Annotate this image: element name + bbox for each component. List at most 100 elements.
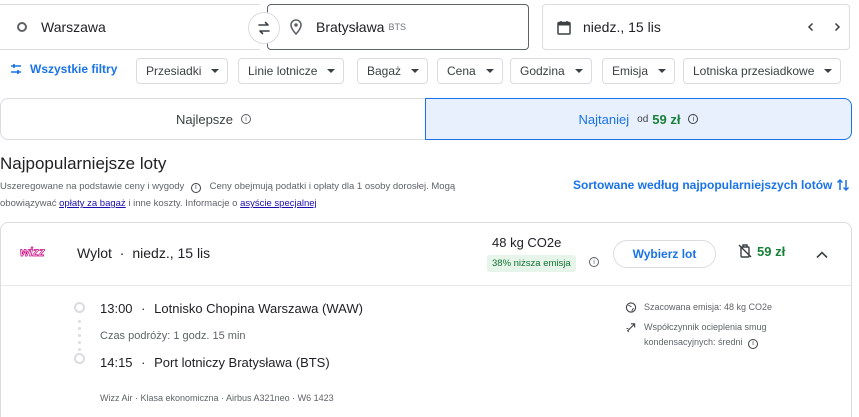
caret-down-icon bbox=[824, 69, 833, 73]
contrail-text: Współczynnik ocieplenia smug kondensacyj… bbox=[644, 320, 767, 350]
caret-down-icon bbox=[211, 69, 220, 73]
departure-segment: 13:00 · Lotnisko Chopina Warszawa (WAW) bbox=[100, 301, 363, 316]
swap-button[interactable] bbox=[248, 12, 280, 44]
filter-chip-stops[interactable]: Przesiadki bbox=[136, 58, 229, 84]
co2-value: 48 kg CO2e bbox=[492, 235, 562, 250]
tab-cheapest[interactable]: Najtaniej od 59 zł i bbox=[425, 98, 852, 140]
prev-date-button[interactable] bbox=[799, 15, 823, 39]
destination-code: BTS bbox=[388, 22, 406, 32]
select-flight-button[interactable]: Wybierz lot bbox=[613, 240, 716, 268]
filter-chip-price[interactable]: Cena bbox=[437, 58, 503, 84]
filter-chip-connecting-airports[interactable]: Lotniska przesiadkowe bbox=[683, 58, 842, 84]
info-icon[interactable]: i bbox=[241, 114, 252, 124]
chip-label: Lotniska przesiadkowe bbox=[693, 64, 815, 78]
arrival-airport: Port lotniczy Bratysława (BTS) bbox=[154, 355, 330, 370]
info-icon[interactable]: i bbox=[589, 257, 599, 267]
info-icon[interactable]: i bbox=[748, 338, 759, 349]
sort-tabs: Najlepsze i Najtaniej od 59 zł i bbox=[0, 98, 852, 140]
filter-chip-airlines[interactable]: Linie lotnicze bbox=[238, 58, 345, 84]
flight-price: 59 zł bbox=[757, 243, 786, 259]
chevron-left-icon bbox=[807, 22, 814, 32]
filter-chip-time[interactable]: Godzina bbox=[510, 58, 592, 84]
contrail-plane-icon bbox=[626, 323, 636, 333]
sort-icon bbox=[837, 178, 850, 192]
flight-details: Wizz Air · Klasa ekonomiczna · Airbus A3… bbox=[100, 393, 334, 403]
emission-badge: 38% niższa emisja bbox=[487, 255, 576, 272]
chevron-up-icon bbox=[816, 251, 828, 259]
no-carry-on-bag-icon bbox=[738, 244, 752, 258]
cheapest-price: 59 zł bbox=[652, 111, 681, 127]
travel-duration: Czas podróży: 1 godz. 15 min bbox=[100, 330, 246, 342]
flight-direction: Wylot · niedz., 15 lis bbox=[77, 245, 210, 261]
next-date-button[interactable] bbox=[825, 15, 849, 39]
origin-circle-icon bbox=[17, 22, 27, 32]
chip-label: Cena bbox=[447, 64, 476, 78]
chip-label: Emisja bbox=[612, 64, 649, 78]
chip-label: Przesiadki bbox=[146, 64, 202, 78]
chevron-right-icon bbox=[834, 22, 841, 32]
svg-text:wizz: wizz bbox=[20, 245, 45, 259]
tab-best[interactable]: Najlepsze i bbox=[0, 98, 426, 140]
flight-date: niedz., 15 lis bbox=[132, 245, 211, 261]
origin-text: Warszawa bbox=[41, 19, 106, 35]
destination-field[interactable]: Bratysława BTS bbox=[267, 4, 529, 50]
destination-text: Bratysława bbox=[316, 19, 385, 35]
calendar-icon bbox=[557, 20, 571, 35]
all-filters-button[interactable]: Wszystkie filtry bbox=[10, 62, 117, 76]
chip-label: Linie lotnicze bbox=[248, 64, 318, 78]
arrival-dot-icon bbox=[74, 353, 85, 364]
direction-label: Wylot bbox=[77, 245, 112, 261]
section-description: Uszeregowane na podstawie ceny i wygody … bbox=[0, 178, 520, 212]
desc-may: obowiązywać bbox=[0, 198, 57, 209]
desc-ranking: Uszeregowane na podstawie ceny i wygody bbox=[0, 181, 185, 192]
departure-airport: Lotnisko Chopina Warszawa (WAW) bbox=[154, 301, 363, 316]
separator-dot: · bbox=[141, 355, 146, 370]
caret-down-icon bbox=[411, 69, 420, 73]
section-title: Najpopularniejsze loty bbox=[0, 154, 167, 173]
separator-dot: · bbox=[119, 245, 125, 261]
tab-cheapest-label: Najtaniej bbox=[578, 111, 630, 127]
sort-button[interactable]: Sortowane według najpopularniejszych lot… bbox=[573, 177, 850, 193]
baggage-fees-link[interactable]: opłaty za bagaż bbox=[59, 198, 126, 209]
from-label: od bbox=[637, 113, 649, 125]
filter-chip-bags[interactable]: Bagaż bbox=[357, 58, 429, 84]
departure-dot-icon bbox=[74, 302, 85, 313]
emission-note: Szacowana emisja: 48 kg CO2e bbox=[644, 302, 773, 312]
date-text: niedz., 15 lis bbox=[583, 19, 661, 35]
info-icon[interactable]: i bbox=[190, 182, 201, 193]
flight-card-header[interactable]: wizz Wylot · niedz., 15 lis 48 kg CO2e 3… bbox=[1, 223, 851, 286]
location-pin-icon bbox=[290, 19, 302, 35]
origin-field[interactable]: Warszawa bbox=[0, 4, 260, 50]
contrail-info: Współczynnik ocieplenia smug kondensacyj… bbox=[624, 320, 767, 350]
arrival-time: 14:15 bbox=[100, 355, 133, 370]
tab-best-label: Najlepsze bbox=[175, 111, 234, 127]
arrival-segment: 14:15 · Port lotniczy Bratysława (BTS) bbox=[100, 355, 330, 370]
globe-icon bbox=[625, 302, 637, 313]
contrail-line-1: Współczynnik ocieplenia smug bbox=[644, 322, 767, 332]
info-icon[interactable]: i bbox=[688, 114, 699, 124]
swap-arrows-icon bbox=[258, 21, 270, 35]
all-filters-label: Wszystkie filtry bbox=[30, 62, 118, 76]
date-field[interactable]: niedz., 15 lis bbox=[542, 4, 850, 50]
chip-label: Bagaż bbox=[367, 64, 402, 78]
flight-price-block: 59 zł bbox=[737, 243, 785, 259]
filter-chip-emissions[interactable]: Emisja bbox=[602, 58, 676, 84]
filter-bar: Wszystkie filtry Przesiadki Linie lotnic… bbox=[0, 58, 859, 84]
caret-down-icon bbox=[574, 69, 583, 73]
departure-time: 13:00 bbox=[100, 301, 133, 316]
separator-dot: · bbox=[141, 301, 146, 316]
emission-estimate: Szacowana emisja: 48 kg CO2e bbox=[624, 300, 772, 315]
special-assistance-link[interactable]: asyście specjalnej bbox=[240, 198, 317, 209]
wizz-air-logo: wizz bbox=[19, 243, 49, 266]
desc-other: i inne koszty. Informacje o bbox=[128, 198, 238, 209]
sort-label: Sortowane według najpopularniejszych lot… bbox=[573, 178, 833, 192]
collapse-button[interactable] bbox=[815, 247, 829, 265]
caret-down-icon bbox=[485, 69, 494, 73]
chip-label: Godzina bbox=[520, 64, 565, 78]
search-row: Warszawa Bratysława BTS niedz., 15 lis bbox=[0, 4, 859, 52]
desc-prices: Ceny obejmują podatki i opłaty dla 1 oso… bbox=[209, 181, 456, 192]
caret-down-icon bbox=[327, 69, 336, 73]
contrail-line-2: kondensacyjnych: średni bbox=[644, 337, 743, 347]
caret-down-icon bbox=[658, 69, 667, 73]
tune-icon bbox=[11, 64, 21, 74]
